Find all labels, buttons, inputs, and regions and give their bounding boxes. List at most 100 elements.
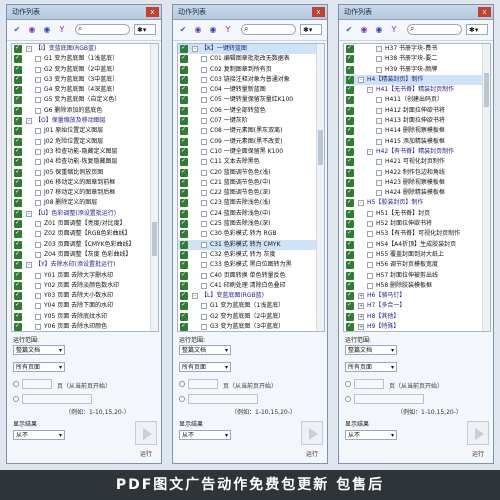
tree-row[interactable]: H57 封面拉伸被剪出线 [344,270,490,281]
settings-dropdown[interactable]: ✱▾ [466,24,488,35]
scrollbar-thumb[interactable] [484,72,489,108]
panel-titlebar[interactable]: 动作列表 x [173,5,327,20]
enabled-checkbox[interactable] [180,74,188,84]
search-input[interactable]: ⌕ [241,24,296,35]
item-checkbox[interactable] [201,231,207,238]
tree-row[interactable]: C06 一键全部转蓝色 [178,105,324,116]
scrollbar-thumb[interactable] [152,221,157,257]
item-checkbox[interactable] [35,66,41,73]
tree-row[interactable]: H414 删除视察模板框 [344,125,490,136]
tree-row[interactable]: H52 封面拉伸欲书将 [344,218,490,229]
enabled-checkbox[interactable] [180,280,188,290]
item-checkbox[interactable] [201,272,207,279]
tree-row[interactable]: G6 删除添加的蓝底色 [12,105,158,116]
tree-row[interactable]: C22 蓝图调节色色(深) [178,187,324,198]
item-checkbox[interactable] [201,66,207,73]
enabled-checkbox[interactable] [14,249,22,259]
item-checkbox[interactable] [376,190,382,197]
tree-row[interactable]: J04 检查功能-恢复隐藏图层 [12,156,158,167]
enabled-checkbox[interactable] [180,208,188,218]
item-checkbox[interactable] [35,324,41,331]
play-all-icon[interactable]: ◉ [373,24,385,36]
item-checkbox[interactable] [201,200,207,207]
tree-row[interactable]: Y04 页面 去除下面的水印 [12,300,158,311]
settings-dropdown[interactable]: ✱▾ [134,24,156,35]
tree-row[interactable]: C01 编辑图章批批改无数据表 [178,53,324,64]
tree-row[interactable]: C40 页面转换 单色转量反色 [178,270,324,281]
tree-row[interactable]: Z04 页面调整【灰度 色彩曲线】 [12,249,158,260]
enabled-checkbox[interactable] [346,218,354,228]
enabled-checkbox[interactable] [346,239,354,249]
enabled-checkbox[interactable] [346,290,354,300]
item-checkbox[interactable] [201,107,207,114]
enabled-checkbox[interactable] [346,300,354,311]
item-checkbox[interactable] [376,138,382,145]
enabled-checkbox[interactable] [346,280,354,290]
collapse-icon[interactable]: - [26,46,32,52]
check-icon[interactable]: ✔ [177,24,189,36]
tree-row[interactable]: C10 一键全面保留黑 K100 [178,146,324,157]
collapse-icon[interactable]: - [367,87,373,94]
tree-row[interactable]: C21 蓝图调节色色(中) [178,177,324,188]
item-checkbox[interactable] [35,200,41,207]
tree-row[interactable]: H55 覆盖封面到对大纸上 [344,249,490,260]
enabled-checkbox[interactable] [180,44,188,53]
vertical-scrollbar[interactable] [150,44,158,331]
item-checkbox[interactable] [35,231,41,238]
enabled-checkbox[interactable] [346,94,354,105]
enabled-checkbox[interactable] [346,136,354,146]
item-checkbox[interactable] [376,179,382,186]
vertical-scrollbar[interactable] [482,44,490,331]
item-checkbox[interactable] [376,46,382,52]
tree-row[interactable]: H56 调节封页模板宽度 [344,259,490,270]
custom-range-radio[interactable] [179,396,185,402]
check-icon[interactable]: ✔ [11,24,23,36]
tree-row[interactable]: Z02 页面调整【RGB色彩曲线】 [12,228,158,239]
item-checkbox[interactable] [367,282,373,289]
tree-row[interactable]: G3 变为蓝底图（3中蓝底） [12,74,158,85]
run-icon[interactable]: ◉ [26,24,38,36]
enabled-checkbox[interactable] [14,177,22,187]
tree-row[interactable]: H422 制作包边和角线 [344,167,490,178]
enabled-checkbox[interactable] [14,156,22,167]
tree-row[interactable]: J01 原始位置定义图层 [12,125,158,136]
enabled-checkbox[interactable] [346,125,354,136]
enabled-checkbox[interactable] [180,94,188,105]
tree-row[interactable]: H411（创建出码页） [344,94,490,105]
enabled-checkbox[interactable] [346,74,354,84]
expand-icon[interactable]: + [358,324,364,331]
enabled-checkbox[interactable] [14,311,22,321]
tree-row[interactable]: C24 蓝图去除浅色(中) [178,208,324,219]
enabled-checkbox[interactable] [14,280,22,290]
enabled-checkbox[interactable] [180,115,188,125]
item-checkbox[interactable] [35,107,41,114]
item-checkbox[interactable] [367,272,373,279]
enabled-checkbox[interactable] [180,105,188,115]
vertical-scrollbar[interactable] [316,44,324,331]
enabled-checkbox[interactable] [14,290,22,300]
tree-group-row[interactable]: -【O】保量缩放及移动图层 [12,115,158,126]
item-checkbox[interactable] [201,282,207,289]
tree-group-row[interactable]: +H7【多合一】 [344,300,490,311]
custom-range-field[interactable] [22,394,92,404]
item-checkbox[interactable] [201,313,207,320]
tree-group-row[interactable]: -H42【有书脊】精装封页制作 [344,146,490,157]
item-checkbox[interactable] [376,128,382,135]
tree-row[interactable]: H421 可视化封页制作 [344,156,490,167]
tree-row[interactable]: H58 删除胶装模板框 [344,280,490,291]
tree-row[interactable]: J08 删除定义的图层 [12,197,158,208]
search-input[interactable]: ⌕ [407,24,462,35]
page-radio[interactable] [345,381,351,387]
item-checkbox[interactable] [35,190,41,197]
item-checkbox[interactable] [376,107,382,114]
range-select[interactable]: 整篇文档 [345,345,397,355]
tree-row[interactable]: J02 危险位置定义图层 [12,136,158,147]
item-checkbox[interactable] [201,76,207,83]
item-checkbox[interactable] [35,128,41,135]
item-checkbox[interactable] [201,148,207,155]
enabled-checkbox[interactable] [180,177,188,187]
result-select[interactable]: 从不 [345,430,397,440]
close-button[interactable]: x [478,7,491,17]
enabled-checkbox[interactable] [180,64,188,74]
item-checkbox[interactable] [367,210,373,217]
